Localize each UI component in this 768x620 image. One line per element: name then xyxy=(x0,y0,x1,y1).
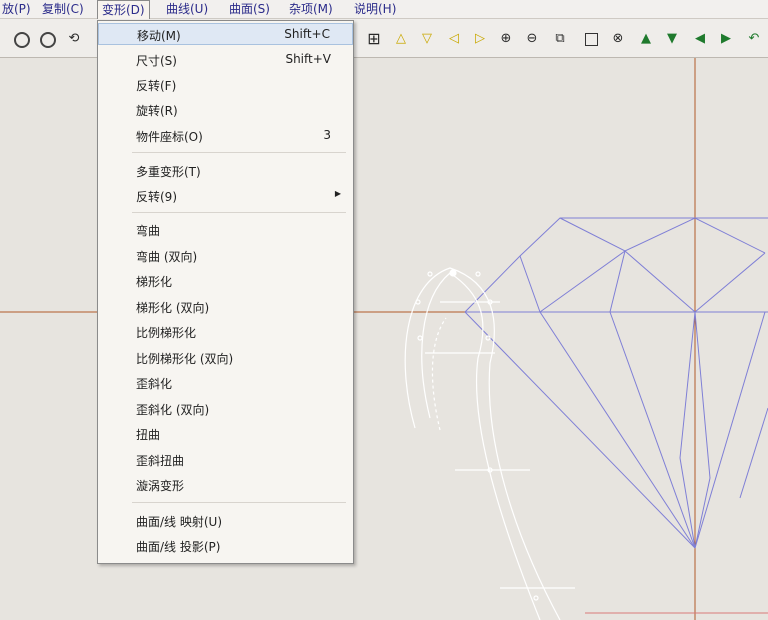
menu-item-surface-map[interactable]: 曲面/线 映射(U) xyxy=(98,510,353,532)
circle-tool-icon[interactable] xyxy=(14,32,30,48)
pan-down-icon[interactable]: ▼ xyxy=(664,31,680,47)
triangle-right-icon[interactable]: ▷ xyxy=(472,31,488,47)
menu-item-rotate[interactable]: 旋转(R) xyxy=(98,99,353,121)
menu-misc[interactable]: 杂项(M) xyxy=(285,0,337,18)
menu-curve[interactable]: 曲线(U) xyxy=(162,0,212,18)
menu-separator xyxy=(132,152,346,153)
menu-item-twist[interactable]: 扭曲 xyxy=(98,423,353,445)
triangle-up-icon[interactable]: △ xyxy=(393,31,409,47)
pan-right-icon[interactable]: ▶ xyxy=(718,31,734,47)
menu-place[interactable]: 放(P) xyxy=(0,0,35,18)
target-tool-icon[interactable] xyxy=(40,32,56,48)
menu-item-proportional-taper[interactable]: 比例梯形化 xyxy=(98,321,353,343)
zoom-window-icon[interactable]: ⧉ xyxy=(552,31,568,47)
menu-item-shear-twist[interactable]: 歪斜扭曲 xyxy=(98,449,353,471)
menu-item-shear[interactable]: 歪斜化 xyxy=(98,372,353,394)
menu-bar: 放(P) 复制(C) 变形(D) 曲线(U) 曲面(S) 杂项(M) 说明(H) xyxy=(0,0,768,19)
zoom-in-icon[interactable]: ⊕ xyxy=(498,31,514,47)
transform-dropdown-menu: 移动(M) Shift+C 尺寸(S) Shift+V 反转(F) 旋转(R) … xyxy=(97,20,354,564)
menu-surface[interactable]: 曲面(S) xyxy=(225,0,274,18)
menu-item-shear-two-way[interactable]: 歪斜化 (双向) xyxy=(98,398,353,420)
zoom-dynamic-icon[interactable]: ⊗ xyxy=(610,31,626,47)
menu-item-move[interactable]: 移动(M) Shift+C xyxy=(98,23,353,45)
triangle-left-icon[interactable]: ◁ xyxy=(446,31,462,47)
menu-item-object-coords[interactable]: 物件座标(O) 3 xyxy=(98,125,353,147)
rotate-view-icon[interactable]: ⟲ xyxy=(66,31,82,47)
menu-item-surface-project[interactable]: 曲面/线 投影(P) xyxy=(98,535,353,557)
menu-separator xyxy=(132,502,346,503)
pan-left-icon[interactable]: ◀ xyxy=(692,31,708,47)
zoom-out-icon[interactable]: ⊖ xyxy=(524,31,540,47)
menu-item-mirror[interactable]: 反转(F) xyxy=(98,74,353,96)
zoom-extents-icon[interactable] xyxy=(585,33,598,46)
menu-item-mirror-submenu[interactable]: 反转(9) ▶ xyxy=(98,185,353,207)
menu-item-scale[interactable]: 尺寸(S) Shift+V xyxy=(98,49,353,71)
menu-item-taper-two-way[interactable]: 梯形化 (双向) xyxy=(98,296,353,318)
gem-wireframe xyxy=(464,217,768,549)
pan-up-icon[interactable]: ▲ xyxy=(638,31,654,47)
menu-item-vortex[interactable]: 漩涡变形 xyxy=(98,474,353,496)
ring-profile xyxy=(404,267,575,620)
menu-item-bend-two-way[interactable]: 弯曲 (双向) xyxy=(98,245,353,267)
menu-item-bend[interactable]: 弯曲 xyxy=(98,219,353,241)
menu-copy[interactable]: 复制(C) xyxy=(38,0,88,18)
menu-help[interactable]: 说明(H) xyxy=(350,0,400,18)
menu-separator xyxy=(132,212,346,213)
triangle-down-icon[interactable]: ▽ xyxy=(419,31,435,47)
menu-transform[interactable]: 变形(D) xyxy=(97,0,150,19)
grid-view-icon[interactable]: ⊞ xyxy=(366,31,382,47)
menu-item-taper[interactable]: 梯形化 xyxy=(98,270,353,292)
menu-item-proportional-taper-two-way[interactable]: 比例梯形化 (双向) xyxy=(98,347,353,369)
menu-item-multi-transform[interactable]: 多重变形(T) xyxy=(98,160,353,182)
submenu-arrow-icon: ▶ xyxy=(334,189,341,198)
undo-view-icon[interactable]: ↶ xyxy=(746,31,762,47)
